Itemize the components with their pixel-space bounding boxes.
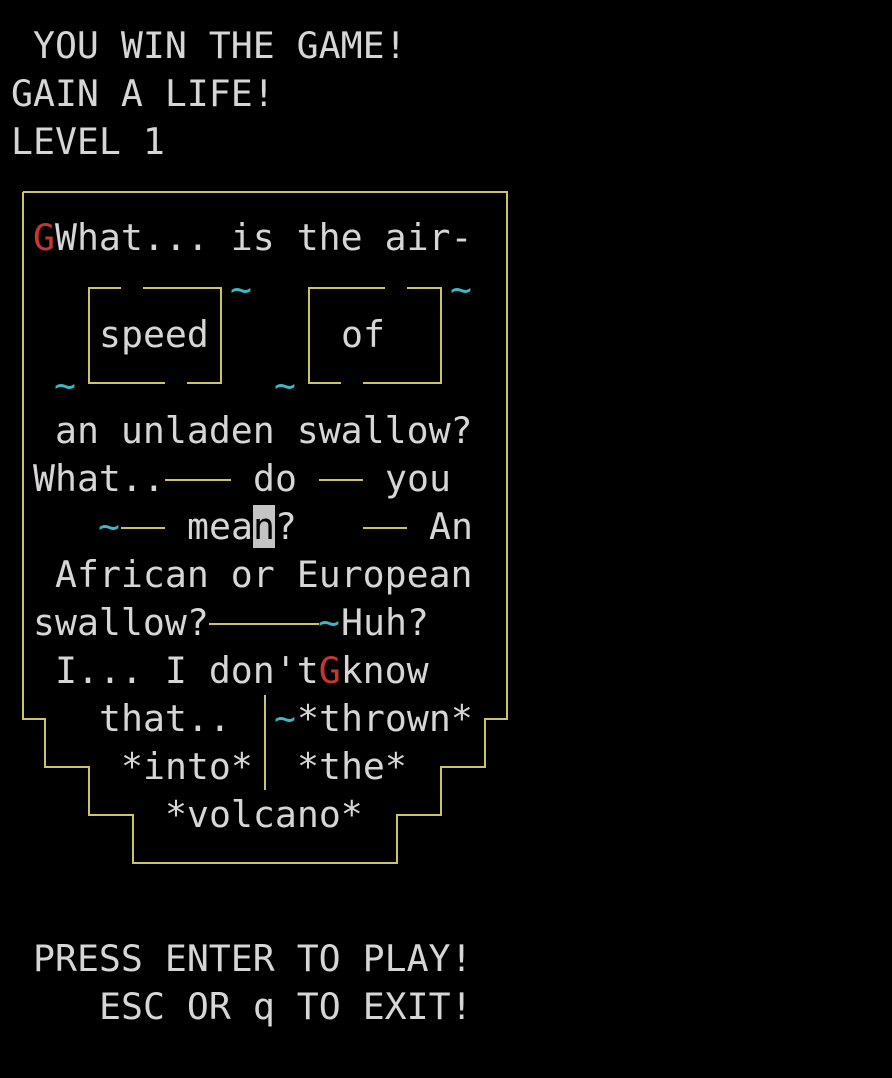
word-speed: speed [99, 313, 209, 356]
level-indicator: LEVEL 1 [11, 120, 165, 163]
tilde-left-1: ~ [54, 364, 76, 407]
know-text: know [340, 649, 429, 692]
line-dont-know: I... I don'tGknow [55, 647, 429, 695]
word-volcano: *volcano* [165, 793, 363, 836]
word-mean: mean? [187, 503, 297, 551]
word-into: *into* [121, 745, 253, 788]
what-prefix: What.. [33, 457, 165, 500]
line-unladen: an unladen swallow? [55, 409, 473, 452]
tilde-thrown: ~ [274, 697, 296, 740]
exit-prompt[interactable]: ESC OR q TO EXIT! [99, 983, 473, 1031]
word-swallow: swallow? [33, 601, 209, 644]
i-dont-text: I... I don't [55, 649, 319, 692]
tilde-of-box: ~ [450, 268, 472, 311]
question-text: What... is the air- [54, 216, 473, 259]
tilde-left-2: ~ [274, 364, 296, 407]
word-that: that.. [99, 697, 231, 740]
g-marker-2: G [318, 649, 341, 692]
word-an: An [429, 505, 473, 548]
word-you: you [385, 457, 451, 500]
gain-life-message: GAIN A LIFE! [11, 72, 275, 115]
press-enter-prompt[interactable]: PRESS ENTER TO PLAY! [33, 935, 473, 983]
question-row: GWhat... is the air- [33, 214, 473, 262]
tilde-huh: ~ [318, 601, 340, 644]
g-marker: G [33, 216, 55, 259]
game-screen: YOU WIN THE GAME! GAIN A LIFE! LEVEL 1 G… [0, 0, 892, 1078]
win-message: YOU WIN THE GAME! [11, 24, 407, 67]
word-the: *the* [297, 745, 407, 788]
word-huh: Huh? [341, 601, 429, 644]
cursor: n [252, 505, 275, 548]
mean-question-mark: ? [274, 505, 297, 548]
word-of: of [341, 313, 385, 356]
word-thrown: *thrown* [297, 697, 473, 740]
tilde-mean: ~ [98, 505, 120, 548]
word-do: do [253, 457, 297, 500]
mean-prefix: mea [187, 505, 253, 548]
line-african: African or European [55, 553, 473, 596]
tilde-speed-box: ~ [230, 268, 252, 311]
